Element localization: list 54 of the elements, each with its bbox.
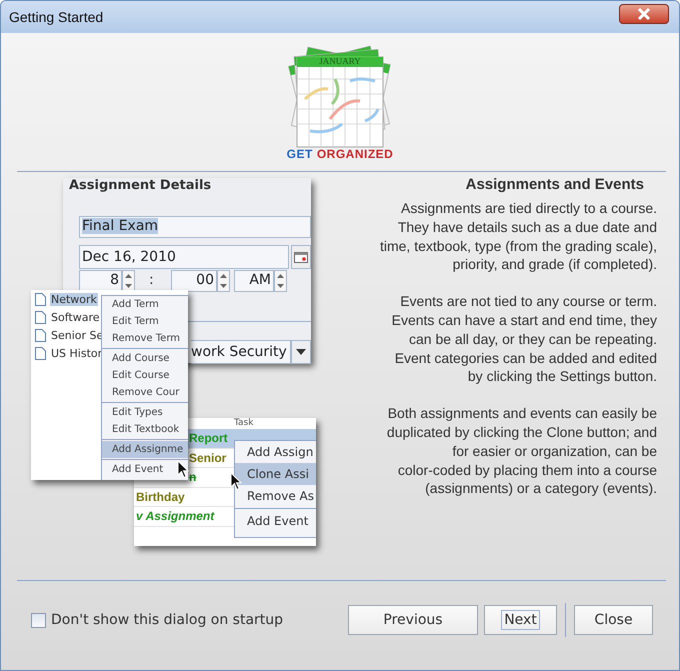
section-heading: Assignments and Events xyxy=(466,176,644,193)
document-icon xyxy=(35,328,46,342)
tree-item[interactable]: Network xyxy=(50,292,98,306)
spin-buttons[interactable] xyxy=(122,270,135,292)
description-paragraph: Both assignments and events can easily be duplicated by clicking the Clone button; and for easier or organization, can be color-coded by placing them into a course (assignments) or a category (events). xyxy=(386,404,657,498)
course-dropdown[interactable]: work Security xyxy=(191,340,291,364)
menu-item[interactable]: Add Term xyxy=(102,296,188,313)
date-field[interactable]: Dec 16, 2010 xyxy=(79,245,289,269)
time-separator: : xyxy=(149,272,154,288)
document-icon xyxy=(35,292,46,306)
up-arrow-icon[interactable] xyxy=(220,274,227,278)
document-icon xyxy=(35,310,46,324)
document-icon xyxy=(35,346,46,360)
menu-item[interactable]: Edit Types xyxy=(102,404,188,421)
tree-item[interactable]: US Histor xyxy=(50,346,104,360)
menu-item[interactable]: Clone Assi xyxy=(235,463,316,485)
minute-spinner[interactable]: 00 xyxy=(171,270,217,292)
meridiem-spinner[interactable]: AM xyxy=(234,270,274,292)
up-arrow-icon[interactable] xyxy=(277,274,284,278)
panel-heading: Assignment Details xyxy=(69,178,212,193)
menu-item[interactable]: Remove Term xyxy=(102,330,188,347)
up-arrow-icon[interactable] xyxy=(125,274,132,278)
description-paragraph: Events are not tied to any course or term. Events can have a start and end time, they can be all day, or they can be repeating. Event categories can be added and edited by clicking the Settings button. xyxy=(392,292,657,386)
dialog-button[interactable]: Previous xyxy=(348,605,478,635)
down-arrow-icon[interactable] xyxy=(277,284,284,288)
hour-spinner[interactable]: 8 xyxy=(79,270,122,292)
dropdown-arrow-icon xyxy=(296,349,306,355)
calendar-icon xyxy=(294,252,308,262)
spin-buttons[interactable] xyxy=(217,270,230,292)
menu-item[interactable]: Add Course xyxy=(102,350,188,367)
input-field[interactable]: Final Exam xyxy=(79,216,311,238)
tree-item[interactable]: Software xyxy=(50,310,100,324)
checkbox[interactable] xyxy=(31,612,46,628)
menu-item[interactable]: Add Event xyxy=(102,461,188,478)
menu-item[interactable]: Edit Term xyxy=(102,313,188,330)
menu-item[interactable]: Edit Course xyxy=(102,367,188,384)
dialog-button[interactable]: Close xyxy=(574,605,653,635)
dialog-button[interactable]: Next xyxy=(484,605,557,635)
column-header: Task xyxy=(234,418,254,429)
checkbox-label: Don't show this dialog on startup xyxy=(51,612,284,628)
dropdown-button[interactable] xyxy=(291,340,311,364)
down-arrow-icon[interactable] xyxy=(125,284,132,288)
month-label: JANUARY xyxy=(318,56,362,67)
menu-item[interactable]: Add Assignme xyxy=(102,441,188,458)
down-arrow-icon[interactable] xyxy=(220,284,227,288)
spin-buttons[interactable] xyxy=(274,270,287,292)
menu-item[interactable]: Remove Cour xyxy=(102,384,188,401)
calendar-button[interactable] xyxy=(291,245,311,269)
description-paragraph: Assignments are tied directly to a course. They have details such as a due date and time, textbook, type (from the grading scale), priority, and grade (if completed). xyxy=(380,199,657,274)
menu-item[interactable]: Remove As xyxy=(235,485,316,507)
logo-word: ORGANIZED xyxy=(316,147,394,161)
close-icon[interactable] xyxy=(619,4,669,24)
logo-word: GET xyxy=(286,147,313,161)
window-title: Getting Started xyxy=(9,9,104,25)
